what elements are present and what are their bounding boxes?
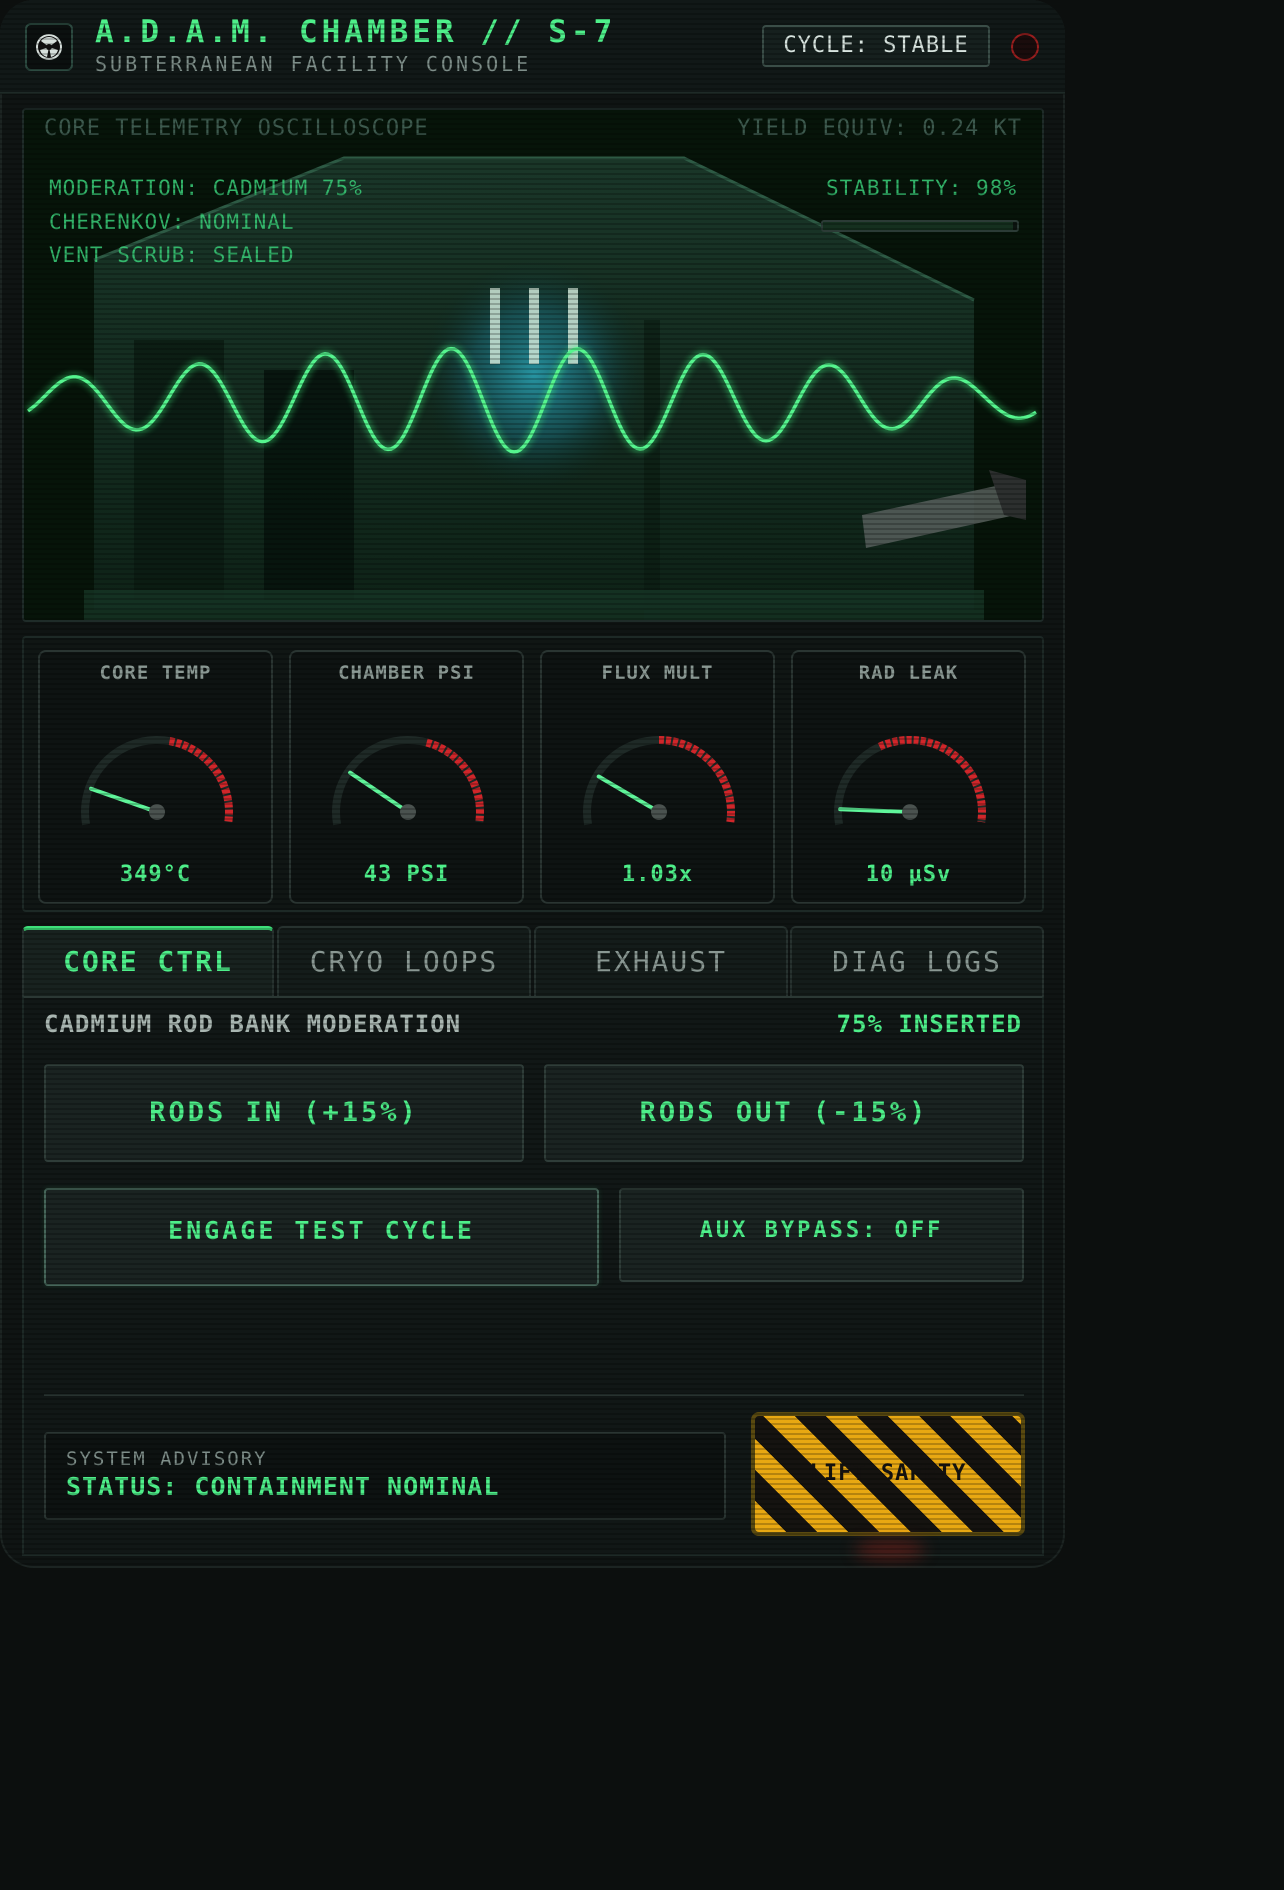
rods-out-button[interactable]: RODS OUT (-15%) <box>544 1064 1024 1162</box>
yield-readout: YIELD EQUIV: 0.24 KT <box>737 116 1022 141</box>
console-screen: A.D.A.M. CHAMBER // S-7 SUBTERRANEAN FAC… <box>0 0 1065 1568</box>
gauge-title: CORE TEMP <box>99 662 212 684</box>
cherenkov-readout: CHERENKOV: NOMINAL <box>49 210 295 234</box>
engage-test-cycle-button[interactable]: ENGAGE TEST CYCLE <box>44 1188 599 1286</box>
vent-scrub-readout: VENT SCRUB: SEALED <box>49 243 295 267</box>
gauge-rad-leak: RAD LEAK 10 µSv <box>791 650 1026 904</box>
gauge-value: 43 PSI <box>363 862 450 887</box>
panel-title: CADMIUM ROD BANK MODERATION <box>44 1010 462 1038</box>
divider <box>44 1394 1024 1396</box>
gauge-danger-zone <box>658 736 735 823</box>
app-title: A.D.A.M. CHAMBER // S-7 <box>95 14 617 50</box>
moderation-readout: MODERATION: CADMIUM 75% <box>49 176 363 200</box>
gauge-chamber-psi: CHAMBER PSI 43 PSI <box>289 650 524 904</box>
tab-core-ctrl[interactable]: CORE CTRL <box>22 926 274 996</box>
tab-exhaust[interactable]: EXHAUST <box>534 926 788 996</box>
power-indicator-icon[interactable] <box>1011 33 1039 61</box>
gauge-value: 1.03x <box>621 862 694 887</box>
telemetry-oscilloscope: CORE TELEMETRY OSCILLOSCOPE YIELD EQUIV:… <box>22 108 1044 622</box>
radiation-icon <box>25 23 73 71</box>
gauge-needle <box>838 807 912 814</box>
gauge-title: CHAMBER PSI <box>338 662 475 684</box>
warning-glow <box>855 1540 925 1560</box>
lift-safety-label: LIFT SAFETY <box>809 1461 967 1486</box>
tab-cryo-loops[interactable]: CRYO LOOPS <box>277 926 531 996</box>
control-rod <box>490 288 500 364</box>
gauge-hub <box>651 804 667 820</box>
dial-icon <box>583 735 735 826</box>
advisory-status: STATUS: CONTAINMENT NOMINAL <box>66 1472 500 1501</box>
control-rod <box>529 288 539 364</box>
dial-icon <box>332 735 484 826</box>
gauge-needle <box>348 770 410 814</box>
gauge-hub <box>400 804 416 820</box>
stability-readout: STABILITY: 98% <box>825 176 1017 200</box>
gauge-title: FLUX MULT <box>601 662 714 684</box>
app-subtitle: SUBTERRANEAN FACILITY CONSOLE <box>95 52 532 76</box>
stability-bar <box>821 220 1019 232</box>
stability-bar-fill <box>823 222 1014 230</box>
gauge-hub <box>902 804 918 820</box>
gauge-needle <box>89 786 159 814</box>
gauge-hub <box>149 804 165 820</box>
tab-diag-logs[interactable]: DIAG LOGS <box>790 926 1044 996</box>
dial-icon <box>834 735 986 826</box>
advisory-label: SYSTEM ADVISORY <box>66 1448 268 1470</box>
tab-bar: CORE CTRL CRYO LOOPS EXHAUST DIAG LOGS <box>22 926 1044 996</box>
gauge-value: 349°C <box>119 862 192 887</box>
gauge-needle <box>596 774 661 814</box>
gauge-panel: CORE TEMP 349°C CHAMBER PSI 43 PSI FLUX … <box>22 636 1044 912</box>
cycle-status-badge: CYCLE: STABLE <box>762 25 990 67</box>
gauge-value: 10 µSv <box>865 862 952 887</box>
gauge-core-temp: CORE TEMP 349°C <box>38 650 273 904</box>
gauge-title: RAD LEAK <box>858 662 959 684</box>
core-ctrl-panel: CADMIUM ROD BANK MODERATION 75% INSERTED… <box>22 996 1044 1556</box>
lift-safety-button[interactable]: LIFT SAFETY <box>751 1412 1025 1536</box>
system-advisory: SYSTEM ADVISORY STATUS: CONTAINMENT NOMI… <box>44 1432 726 1520</box>
aux-bypass-toggle[interactable]: AUX BYPASS: OFF <box>619 1188 1024 1282</box>
dial-icon <box>81 735 233 826</box>
header-bar: A.D.A.M. CHAMBER // S-7 SUBTERRANEAN FAC… <box>0 0 1065 94</box>
scope-title: CORE TELEMETRY OSCILLOSCOPE <box>44 116 429 141</box>
rod-insertion-value: 75% INSERTED <box>836 1010 1022 1038</box>
rods-in-button[interactable]: RODS IN (+15%) <box>44 1064 524 1162</box>
gauge-flux-mult: FLUX MULT 1.03x <box>540 650 775 904</box>
